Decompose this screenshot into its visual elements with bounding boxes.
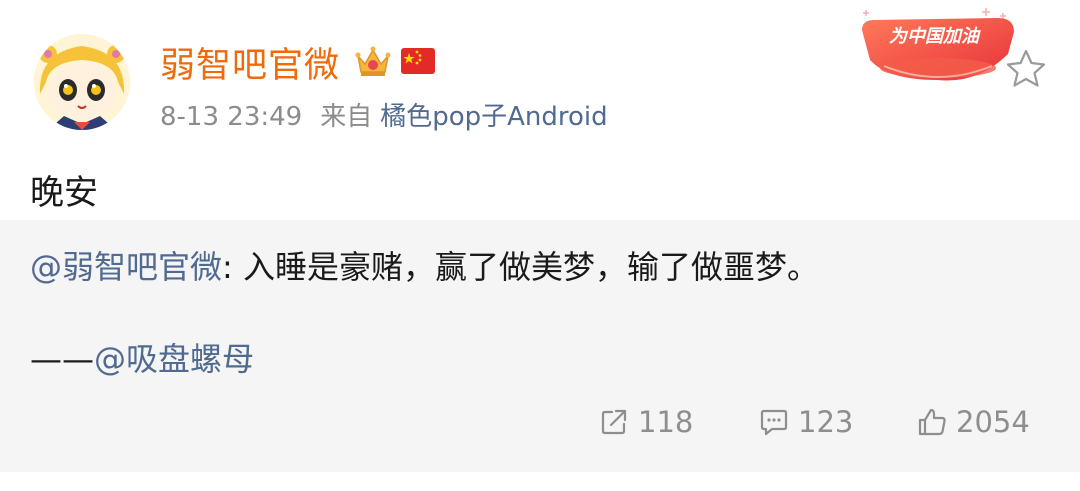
post-text: 晚安 <box>30 173 98 213</box>
china-flag-icon <box>400 46 436 76</box>
repost-content: 入睡是豪赌，赢了做美梦，输了做噩梦。 <box>232 248 819 286</box>
signature-mention[interactable]: @吸盘螺母 <box>94 340 254 378</box>
repost-separator: : <box>222 248 233 286</box>
username[interactable]: 弱智吧官微 <box>160 37 340 88</box>
repost-text: @弱智吧官微: 入睡是豪赌，赢了做美梦，输了做噩梦。 <box>30 242 819 288</box>
badge-text: 为中国加油 <box>889 26 981 47</box>
like-icon <box>918 408 946 436</box>
cheer-badge[interactable]: 为中国加油 <box>858 6 1018 84</box>
like-button[interactable]: 2054 <box>916 402 1030 442</box>
source-label: 来自 <box>320 102 373 132</box>
star-icon[interactable] <box>1004 47 1048 89</box>
comment-count: 123 <box>798 405 854 439</box>
card-divider <box>0 472 1080 491</box>
repost-signature: ——@吸盘螺母 <box>30 334 254 380</box>
source-device[interactable]: 橘色pop子Android <box>380 102 607 132</box>
avatar[interactable] <box>34 34 130 130</box>
post-meta: 8-13 23:49 来自 橘色pop子Android <box>160 96 608 133</box>
repost-author-mention[interactable]: @弱智吧官微 <box>30 248 222 286</box>
share-icon <box>601 409 627 435</box>
avatar-image <box>34 34 130 130</box>
share-button[interactable]: 118 <box>598 402 693 442</box>
post-time: 8-13 23:49 <box>160 102 303 132</box>
comment-icon <box>760 409 788 436</box>
crown-vip-icon[interactable] <box>354 42 392 80</box>
comment-button[interactable]: 123 <box>758 402 853 442</box>
like-count: 2054 <box>956 405 1030 439</box>
signature-dash: —— <box>30 340 94 378</box>
share-count: 118 <box>638 405 694 439</box>
